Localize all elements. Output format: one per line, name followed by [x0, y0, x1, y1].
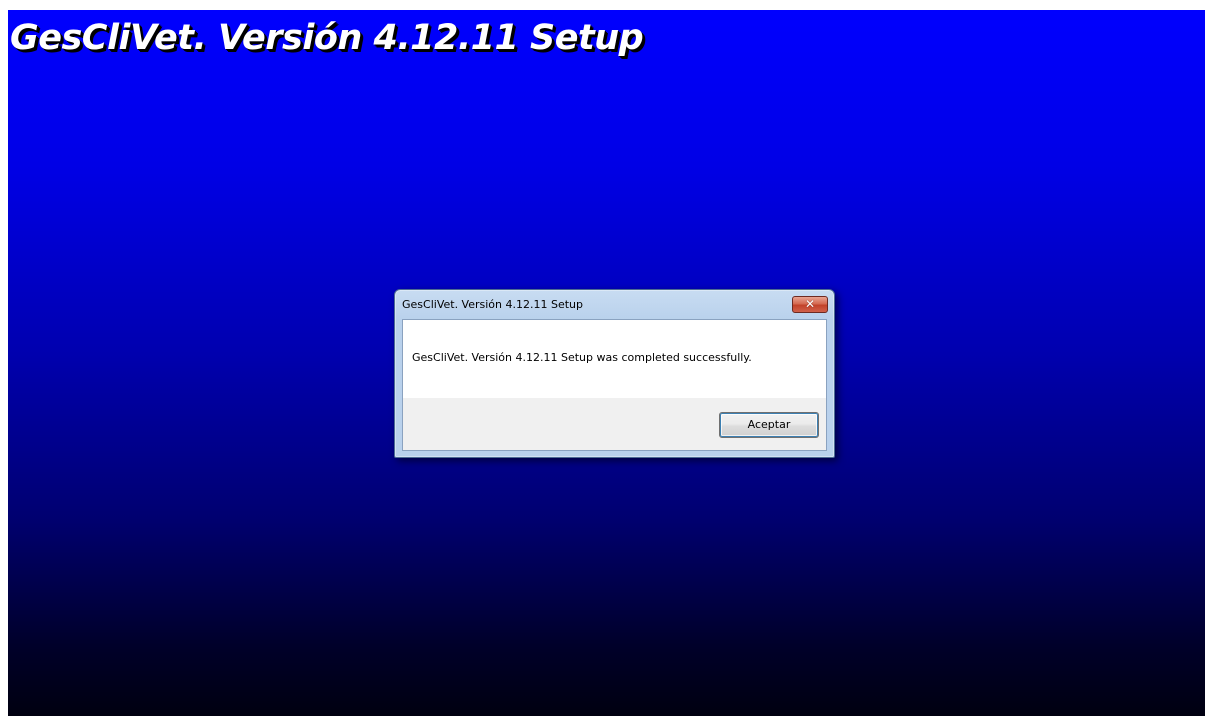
completion-dialog: GesCliVet. Versión 4.12.11 Setup ✕ GesCl…: [394, 289, 835, 458]
dialog-content: GesCliVet. Versión 4.12.11 Setup was com…: [403, 320, 826, 398]
screen: GesCliVet. Versión 4.12.11 Setup GesCliV…: [0, 0, 1205, 716]
dialog-titlebar[interactable]: GesCliVet. Versión 4.12.11 Setup ✕: [395, 290, 834, 320]
aceptar-button-label: Aceptar: [747, 418, 791, 431]
close-icon: ✕: [804, 297, 816, 311]
setup-title: GesCliVet. Versión 4.12.11 Setup: [10, 18, 644, 58]
close-button[interactable]: ✕: [792, 296, 828, 313]
dialog-title: GesCliVet. Versión 4.12.11 Setup: [402, 298, 584, 311]
dialog-message: GesCliVet. Versión 4.12.11 Setup was com…: [412, 351, 752, 364]
dialog-client-area: GesCliVet. Versión 4.12.11 Setup was com…: [402, 319, 827, 451]
aceptar-button[interactable]: Aceptar: [719, 412, 819, 438]
